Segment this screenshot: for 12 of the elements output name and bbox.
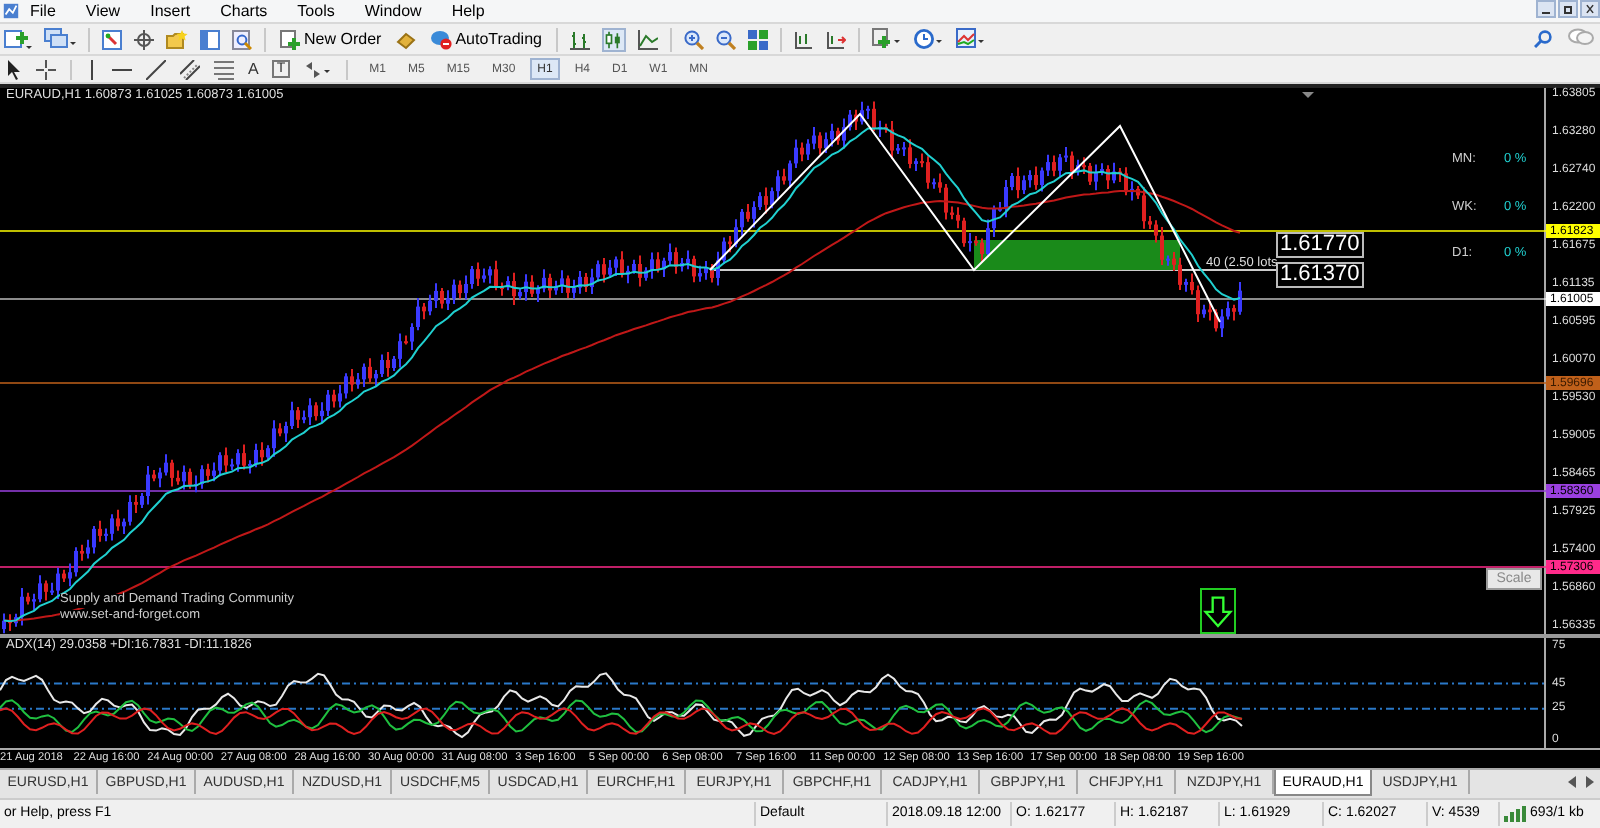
price-box: 1.61370: [1276, 262, 1364, 288]
menu-item[interactable]: File: [30, 3, 56, 19]
autotrading-button[interactable]: AutoTrading: [427, 26, 544, 52]
menu-item[interactable]: Insert: [150, 3, 191, 19]
menu-item[interactable]: Window: [364, 3, 422, 19]
menu-item[interactable]: Tools: [297, 3, 335, 19]
menu-item[interactable]: Help: [451, 3, 485, 19]
menu-item[interactable]: Charts: [220, 3, 268, 19]
new-order-button[interactable]: New Order: [278, 26, 384, 52]
price-box: 1.61770: [1276, 232, 1364, 258]
menu-item[interactable]: View: [85, 3, 121, 19]
text-tool[interactable]: A: [248, 61, 259, 77]
